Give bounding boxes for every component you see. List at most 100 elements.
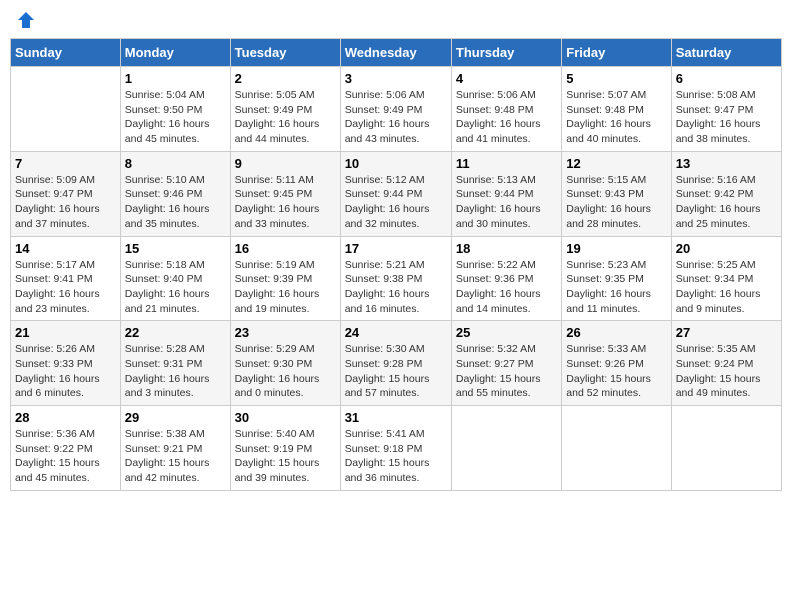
- day-number: 20: [676, 241, 777, 256]
- day-info: Sunrise: 5:19 AMSunset: 9:39 PMDaylight:…: [235, 258, 336, 317]
- calendar-cell: 31 Sunrise: 5:41 AMSunset: 9:18 PMDayligh…: [340, 406, 451, 491]
- calendar-table: SundayMondayTuesdayWednesdayThursdayFrid…: [10, 38, 782, 491]
- day-info: Sunrise: 5:32 AMSunset: 9:27 PMDaylight:…: [456, 342, 557, 401]
- day-number: 28: [15, 410, 116, 425]
- day-info: Sunrise: 5:28 AMSunset: 9:31 PMDaylight:…: [125, 342, 226, 401]
- day-number: 7: [15, 156, 116, 171]
- day-number: 16: [235, 241, 336, 256]
- calendar-week-row: 28 Sunrise: 5:36 AMSunset: 9:22 PMDayligh…: [11, 406, 782, 491]
- day-number: 14: [15, 241, 116, 256]
- calendar-cell: 18 Sunrise: 5:22 AMSunset: 9:36 PMDayligh…: [451, 236, 561, 321]
- day-info: Sunrise: 5:23 AMSunset: 9:35 PMDaylight:…: [566, 258, 666, 317]
- day-info: Sunrise: 5:33 AMSunset: 9:26 PMDaylight:…: [566, 342, 666, 401]
- day-number: 17: [345, 241, 447, 256]
- day-info: Sunrise: 5:18 AMSunset: 9:40 PMDaylight:…: [125, 258, 226, 317]
- calendar-cell: 7 Sunrise: 5:09 AMSunset: 9:47 PMDaylight…: [11, 151, 121, 236]
- day-number: 2: [235, 71, 336, 86]
- day-number: 27: [676, 325, 777, 340]
- calendar-cell: 3Sunrise: 5:06 AMSunset: 9:49 PMDaylight…: [340, 67, 451, 152]
- calendar-cell: 30 Sunrise: 5:40 AMSunset: 9:19 PMDayligh…: [230, 406, 340, 491]
- calendar-cell: 16 Sunrise: 5:19 AMSunset: 9:39 PMDayligh…: [230, 236, 340, 321]
- calendar-cell: 22 Sunrise: 5:28 AMSunset: 9:31 PMDayligh…: [120, 321, 230, 406]
- calendar-cell: 24 Sunrise: 5:30 AMSunset: 9:28 PMDayligh…: [340, 321, 451, 406]
- day-number: 19: [566, 241, 666, 256]
- day-number: 10: [345, 156, 447, 171]
- calendar-cell: 20 Sunrise: 5:25 AMSunset: 9:34 PMDayligh…: [671, 236, 781, 321]
- calendar-cell: 13 Sunrise: 5:16 AMSunset: 9:42 PMDayligh…: [671, 151, 781, 236]
- page-header: [10, 10, 782, 30]
- day-info: Sunrise: 5:29 AMSunset: 9:30 PMDaylight:…: [235, 342, 336, 401]
- day-number: 22: [125, 325, 226, 340]
- day-number: 30: [235, 410, 336, 425]
- day-info: Sunrise: 5:25 AMSunset: 9:34 PMDaylight:…: [676, 258, 777, 317]
- calendar-cell: 10 Sunrise: 5:12 AMSunset: 9:44 PMDayligh…: [340, 151, 451, 236]
- day-number: 21: [15, 325, 116, 340]
- day-info: Sunrise: 5:12 AMSunset: 9:44 PMDaylight:…: [345, 173, 447, 232]
- calendar-week-row: 14Sunrise: 5:17 AMSunset: 9:41 PMDayligh…: [11, 236, 782, 321]
- calendar-week-row: 1 Sunrise: 5:04 AMSunset: 9:50 PMDaylight…: [11, 67, 782, 152]
- day-info: Sunrise: 5:38 AMSunset: 9:21 PMDaylight:…: [125, 427, 226, 486]
- calendar-cell: 23 Sunrise: 5:29 AMSunset: 9:30 PMDayligh…: [230, 321, 340, 406]
- calendar-cell: 17 Sunrise: 5:21 AMSunset: 9:38 PMDayligh…: [340, 236, 451, 321]
- calendar-cell: 29Sunrise: 5:38 AMSunset: 9:21 PMDayligh…: [120, 406, 230, 491]
- day-info: Sunrise: 5:40 AMSunset: 9:19 PMDaylight:…: [235, 427, 336, 486]
- day-number: 4: [456, 71, 557, 86]
- day-info: Sunrise: 5:21 AMSunset: 9:38 PMDaylight:…: [345, 258, 447, 317]
- day-number: 8: [125, 156, 226, 171]
- calendar-cell: 19 Sunrise: 5:23 AMSunset: 9:35 PMDayligh…: [562, 236, 671, 321]
- day-number: 31: [345, 410, 447, 425]
- day-info: Sunrise: 5:16 AMSunset: 9:42 PMDaylight:…: [676, 173, 777, 232]
- day-number: 6: [676, 71, 777, 86]
- day-info: Sunrise: 5:06 AMSunset: 9:48 PMDaylight:…: [456, 88, 557, 147]
- calendar-cell: 28 Sunrise: 5:36 AMSunset: 9:22 PMDayligh…: [11, 406, 121, 491]
- day-info: Sunrise: 5:30 AMSunset: 9:28 PMDaylight:…: [345, 342, 447, 401]
- calendar-cell: 1 Sunrise: 5:04 AMSunset: 9:50 PMDaylight…: [120, 67, 230, 152]
- logo-icon: [16, 10, 36, 30]
- day-info: Sunrise: 5:36 AMSunset: 9:22 PMDaylight:…: [15, 427, 116, 486]
- day-info: Sunrise: 5:09 AMSunset: 9:47 PMDaylight:…: [15, 173, 116, 232]
- calendar-header-row: SundayMondayTuesdayWednesdayThursdayFrid…: [11, 39, 782, 67]
- day-info: Sunrise: 5:07 AMSunset: 9:48 PMDaylight:…: [566, 88, 666, 147]
- day-info: Sunrise: 5:13 AMSunset: 9:44 PMDaylight:…: [456, 173, 557, 232]
- day-info: Sunrise: 5:15 AMSunset: 9:43 PMDaylight:…: [566, 173, 666, 232]
- calendar-cell: [671, 406, 781, 491]
- day-number: 1: [125, 71, 226, 86]
- calendar-cell: 9 Sunrise: 5:11 AMSunset: 9:45 PMDaylight…: [230, 151, 340, 236]
- calendar-cell: [451, 406, 561, 491]
- day-number: 15: [125, 241, 226, 256]
- calendar-week-row: 7 Sunrise: 5:09 AMSunset: 9:47 PMDaylight…: [11, 151, 782, 236]
- calendar-cell: 5Sunrise: 5:07 AMSunset: 9:48 PMDaylight…: [562, 67, 671, 152]
- day-number: 9: [235, 156, 336, 171]
- calendar-cell: [11, 67, 121, 152]
- calendar-cell: 6 Sunrise: 5:08 AMSunset: 9:47 PMDaylight…: [671, 67, 781, 152]
- calendar-cell: 25Sunrise: 5:32 AMSunset: 9:27 PMDayligh…: [451, 321, 561, 406]
- day-number: 24: [345, 325, 447, 340]
- calendar-day-header: Sunday: [11, 39, 121, 67]
- calendar-day-header: Wednesday: [340, 39, 451, 67]
- day-info: Sunrise: 5:26 AMSunset: 9:33 PMDaylight:…: [15, 342, 116, 401]
- day-info: Sunrise: 5:05 AMSunset: 9:49 PMDaylight:…: [235, 88, 336, 147]
- calendar-day-header: Tuesday: [230, 39, 340, 67]
- calendar-day-header: Thursday: [451, 39, 561, 67]
- calendar-cell: 15 Sunrise: 5:18 AMSunset: 9:40 PMDayligh…: [120, 236, 230, 321]
- day-info: Sunrise: 5:11 AMSunset: 9:45 PMDaylight:…: [235, 173, 336, 232]
- calendar-day-header: Friday: [562, 39, 671, 67]
- day-info: Sunrise: 5:10 AMSunset: 9:46 PMDaylight:…: [125, 173, 226, 232]
- day-number: 26: [566, 325, 666, 340]
- calendar-cell: 26 Sunrise: 5:33 AMSunset: 9:26 PMDayligh…: [562, 321, 671, 406]
- day-number: 23: [235, 325, 336, 340]
- calendar-cell: 11 Sunrise: 5:13 AMSunset: 9:44 PMDayligh…: [451, 151, 561, 236]
- day-number: 12: [566, 156, 666, 171]
- day-number: 13: [676, 156, 777, 171]
- calendar-day-header: Monday: [120, 39, 230, 67]
- day-number: 11: [456, 156, 557, 171]
- calendar-cell: 27Sunrise: 5:35 AMSunset: 9:24 PMDayligh…: [671, 321, 781, 406]
- day-info: Sunrise: 5:22 AMSunset: 9:36 PMDaylight:…: [456, 258, 557, 317]
- calendar-cell: 4 Sunrise: 5:06 AMSunset: 9:48 PMDaylight…: [451, 67, 561, 152]
- day-info: Sunrise: 5:04 AMSunset: 9:50 PMDaylight:…: [125, 88, 226, 147]
- day-info: Sunrise: 5:06 AMSunset: 9:49 PMDaylight:…: [345, 88, 447, 147]
- day-number: 18: [456, 241, 557, 256]
- day-info: Sunrise: 5:08 AMSunset: 9:47 PMDaylight:…: [676, 88, 777, 147]
- day-info: Sunrise: 5:41 AMSunset: 9:18 PMDaylight:…: [345, 427, 447, 486]
- calendar-week-row: 21 Sunrise: 5:26 AMSunset: 9:33 PMDayligh…: [11, 321, 782, 406]
